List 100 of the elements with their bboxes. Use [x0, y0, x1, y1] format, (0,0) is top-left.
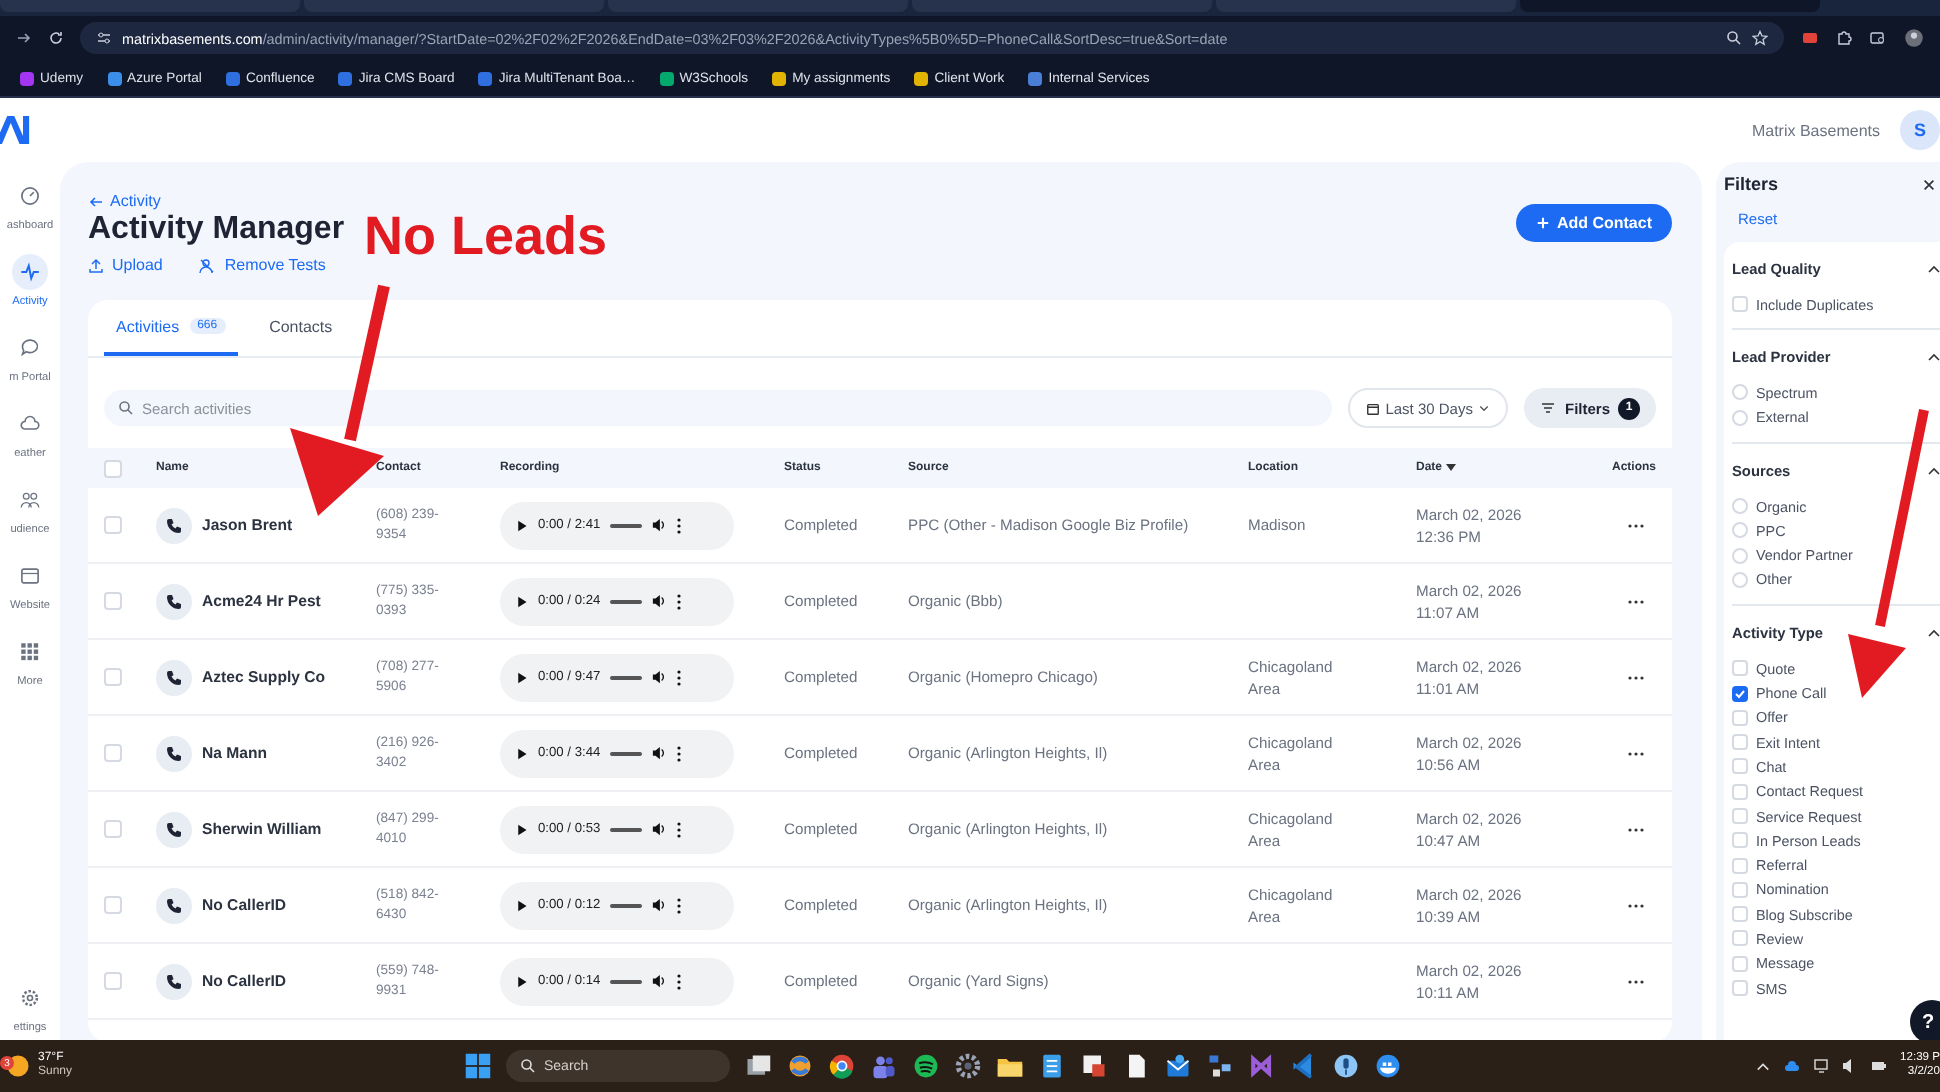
radio-button[interactable] — [1732, 571, 1748, 588]
cloud-icon — [20, 414, 40, 434]
radio-button[interactable] — [1732, 522, 1748, 539]
notepad-icon[interactable] — [1038, 1052, 1066, 1080]
volume-icon — [652, 974, 667, 988]
play-icon — [516, 747, 528, 759]
row-checkbox[interactable] — [104, 896, 122, 914]
radio-button[interactable] — [1732, 498, 1748, 515]
search-icon — [520, 1058, 536, 1074]
start-icon — [464, 1052, 492, 1080]
action-link[interactable]: Remove Tests — [198, 256, 326, 274]
kebab-menu-icon — [676, 593, 683, 609]
presentation-icon[interactable] — [1080, 1052, 1108, 1080]
back-link[interactable]: Activity — [88, 192, 161, 210]
row-checkbox[interactable] — [104, 744, 122, 762]
browser-icon[interactable] — [828, 1052, 856, 1080]
chevron-icon[interactable] — [1928, 465, 1940, 476]
user-avatar[interactable]: S — [1900, 110, 1940, 150]
kebab-menu-icon — [676, 517, 683, 533]
reload-icon — [48, 30, 64, 46]
phone-icon — [156, 811, 192, 847]
row-checkbox[interactable] — [104, 516, 122, 534]
play-icon — [516, 899, 528, 911]
panel-title: Filters — [1724, 174, 1779, 194]
weather-icon — [4, 1052, 32, 1080]
gear-icon[interactable] — [954, 1052, 982, 1080]
cloud-icon — [1782, 1058, 1803, 1074]
mail-icon[interactable] — [1164, 1052, 1192, 1080]
user-remove-icon — [198, 257, 217, 273]
battery-icon — [1870, 1058, 1889, 1074]
checkbox[interactable] — [1732, 685, 1748, 702]
diagram-icon[interactable] — [1206, 1052, 1234, 1080]
chevron-down-icon — [1478, 402, 1491, 414]
window-icon — [20, 566, 40, 586]
swirl-icon[interactable] — [786, 1052, 814, 1080]
row-checkbox[interactable] — [104, 592, 122, 610]
forward-icon — [16, 30, 32, 46]
radio-button[interactable] — [1732, 547, 1748, 564]
sound-wave-icon[interactable] — [912, 1052, 940, 1080]
phone-icon — [156, 887, 192, 923]
annotation-text: No Leads — [364, 206, 608, 268]
star-icon — [1752, 30, 1768, 46]
phone-icon — [156, 659, 192, 695]
volume-icon — [652, 746, 667, 760]
people-icon[interactable] — [870, 1052, 898, 1080]
action-link[interactable]: Upload — [88, 256, 163, 274]
nav-item[interactable] — [12, 254, 48, 290]
phone-icon — [156, 583, 192, 619]
close-icon — [1922, 177, 1936, 191]
play-icon — [516, 975, 528, 987]
profile-avatar-icon — [1904, 28, 1924, 48]
chevron-up-icon — [1756, 1059, 1771, 1073]
extension-badge-icon — [1800, 30, 1820, 46]
select-all-checkbox[interactable] — [104, 459, 122, 477]
plus-icon — [1536, 215, 1551, 229]
puzzle-icon — [1836, 30, 1852, 46]
chevron-icon[interactable] — [1928, 352, 1940, 363]
gauge-icon — [20, 186, 40, 206]
kebab-menu-icon — [676, 821, 683, 837]
site-settings-icon — [96, 30, 112, 46]
activity-icon — [20, 262, 40, 282]
account-name: Matrix Basements — [1751, 121, 1880, 139]
microphone-icon[interactable] — [1332, 1052, 1360, 1080]
add-contact-button[interactable]: Add Contact — [1516, 203, 1672, 241]
tab[interactable]: Contacts — [257, 300, 345, 356]
display-icon — [1814, 1058, 1831, 1074]
chevron-icon[interactable] — [1928, 628, 1940, 639]
kebab-menu-icon — [676, 973, 683, 989]
radio-button[interactable] — [1732, 384, 1748, 401]
volume-icon — [652, 594, 667, 608]
kebab-menu-icon — [676, 745, 683, 761]
volume-icon — [652, 670, 667, 684]
chat-icon — [20, 338, 40, 358]
stacked-windows-icon[interactable] — [744, 1052, 772, 1080]
zoom-icon — [1726, 30, 1742, 46]
gear-icon — [20, 988, 40, 1008]
phone-icon — [156, 735, 192, 771]
row-checkbox[interactable] — [104, 668, 122, 686]
back-arrow-icon — [88, 193, 104, 209]
chevron-icon[interactable] — [1928, 264, 1940, 274]
volume-icon — [652, 822, 667, 836]
logo-icon — [0, 116, 32, 144]
radio-button[interactable] — [1732, 409, 1748, 426]
volume-icon — [652, 898, 667, 912]
kebab-menu-icon — [676, 669, 683, 685]
filter-icon — [1540, 400, 1557, 416]
play-icon — [516, 519, 528, 531]
play-icon — [516, 595, 528, 607]
phone-icon — [156, 963, 192, 999]
play-icon — [516, 823, 528, 835]
phone-icon — [156, 507, 192, 543]
row-checkbox[interactable] — [104, 972, 122, 990]
play-icon — [516, 671, 528, 683]
people-icon — [20, 490, 40, 510]
kebab-menu-icon — [676, 897, 683, 913]
page-title: Activity Manager — [88, 212, 345, 248]
row-checkbox[interactable] — [104, 820, 122, 838]
code-editor-icon[interactable] — [1290, 1052, 1318, 1080]
tab-search-icon — [1868, 30, 1888, 46]
volume-icon — [652, 518, 667, 532]
